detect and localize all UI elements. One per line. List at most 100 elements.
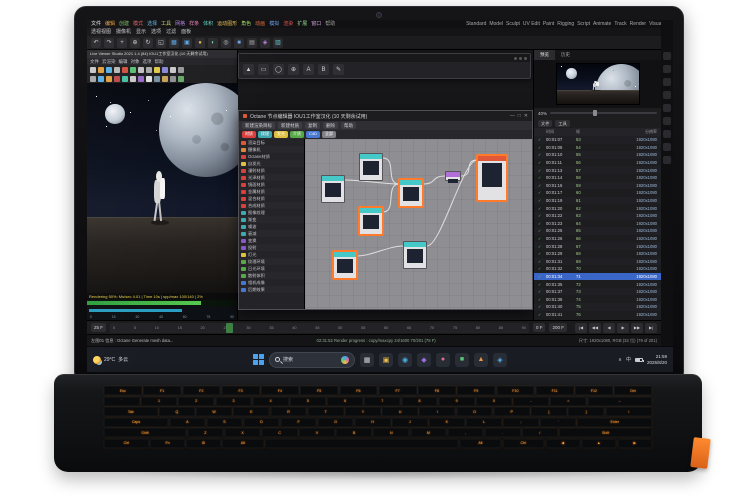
render-list-row[interactable]: ✓ 00:01:38 74 1920x1080 [534,295,661,303]
right-tab-0[interactable]: 预览 [534,50,555,60]
keyboard-key[interactable]: V [299,428,335,438]
keyboard-key[interactable]: 2 [178,396,215,406]
node-editor-button[interactable]: 新建材质 [278,122,302,129]
side-panel-icon[interactable] [663,117,671,125]
node-category-item[interactable]: 自发光 [239,160,304,167]
viewer-tool-icon[interactable] [170,66,176,73]
keyboard-key[interactable]: ' [540,417,576,427]
viewport-menu-item[interactable]: 显示 [136,28,146,36]
keyboard-key[interactable]: B [336,428,372,438]
keyboard-key[interactable]: Caps [104,417,169,427]
graph-node[interactable] [403,241,427,269]
keyboard-key[interactable]: ▶ [617,438,652,448]
node-filter-chip[interactable]: 介质 [290,131,304,138]
viewer-tool-icon[interactable] [146,66,152,73]
material-icon[interactable]: ● [195,37,205,48]
viewer-tool-icon[interactable] [178,75,184,82]
node-category-item[interactable]: Octane材质 [239,153,304,160]
move-icon[interactable]: + [117,37,127,48]
layout-tab[interactable]: UV Edit [523,20,540,28]
keyboard-key[interactable]: T [307,407,344,417]
prev-frame-button[interactable]: ◀ [603,322,615,333]
keyboard-key[interactable]: \ [605,407,652,417]
render-list-row[interactable]: ✓ 00:01:35 72 1920x1080 [534,280,661,288]
viewer-tool-icon[interactable] [114,66,120,73]
node-filter-chip[interactable]: 全部 [322,131,337,138]
minimize-icon[interactable]: — [510,113,515,119]
render-list-row[interactable]: ✓ 00:01:19 61 1920x1080 [534,196,661,205]
keyboard-key[interactable]: O [456,407,493,417]
render-list-row[interactable]: ✓ 00:01:26 66 1920x1080 [534,235,661,243]
layout-tab[interactable]: Rigging [557,20,574,28]
cube-icon[interactable]: ■ [234,37,244,48]
render-list-row[interactable]: ✓ 00:01:29 68 1920x1080 [534,250,661,258]
node-category-item[interactable]: 灯光 [239,251,304,258]
keyboard-key[interactable]: F1 [143,386,181,396]
viewer-tool-icon[interactable] [130,75,136,82]
keyboard-key[interactable]: ] [568,407,604,417]
viewer-tool-icon[interactable] [138,75,144,82]
keyboard-key[interactable]: 5 [290,396,326,406]
keyboard-key[interactable]: R [270,407,307,417]
node-category-item[interactable]: 光泽材质 [239,174,304,181]
zoom-slider-thumb[interactable] [592,110,597,116]
node-filter-chip[interactable]: C4D [306,131,321,138]
volume-icon[interactable]: ▧ [273,37,283,48]
layout-tab[interactable]: Paint [543,20,554,28]
render-list-row[interactable]: ✓ 00:01:37 73 1920x1080 [534,287,661,296]
keyboard-key[interactable]: Z [187,428,224,438]
keyboard-key[interactable]: K [429,417,465,427]
keyboard-key[interactable]: J [392,417,428,427]
node-category-item[interactable]: 图像纹理 [239,209,304,216]
timeline-ruler[interactable]: 051015202530354045505560657075808590 [110,322,529,333]
keyboard-key[interactable]: ; [503,417,539,427]
keyboard-key[interactable]: Fn [150,438,185,448]
menu-item[interactable]: 编辑 [105,20,115,28]
last-frame-button[interactable]: ▶| [645,322,657,333]
keyboard-key[interactable]: U [382,407,418,417]
keyboard-key[interactable]: 3 [215,396,252,406]
viewer-tool-icon[interactable] [122,75,128,82]
graph-node[interactable] [333,251,357,279]
region-icon[interactable]: ▭ [258,64,269,75]
side-panel-icon[interactable] [663,78,671,86]
side-panel-icon[interactable] [663,52,671,60]
viewer-menu-item[interactable]: 云渲染 [102,59,116,65]
keyboard-key[interactable]: ⊞ [186,438,221,448]
menu-item[interactable]: 运动图形 [217,20,237,28]
keyboard-key[interactable]: 8 [401,396,438,406]
keyboard-key[interactable]: F3 [221,386,260,396]
render-list-row[interactable]: ✓ 00:01:14 58 1920x1080 [534,174,661,182]
close-icon[interactable]: ✕ [524,113,528,119]
node-category-item[interactable]: 合成材质 [239,202,304,209]
render-list-row[interactable]: ✓ 00:01:32 70 1920x1080 [534,265,661,273]
app-icon-purple[interactable]: ◆ [417,352,431,367]
keyboard-key[interactable]: P [493,407,530,417]
first-frame-button[interactable]: |◀ [575,322,587,333]
layout-tab[interactable]: Animate [593,20,611,28]
keyboard-key[interactable]: . [484,428,521,438]
keyboard-key[interactable]: [ [531,407,567,417]
render-list-row[interactable]: ✓ 00:01:28 67 1920x1080 [534,242,661,250]
keyboard-key[interactable]: F6 [339,386,378,396]
viewer-menu-item[interactable]: 选项 [143,59,152,65]
node-editor-button[interactable]: 删除 [323,122,338,129]
keyboard-key[interactable]: N [373,428,410,438]
viewer-tool-icon[interactable] [122,66,128,73]
render-list-row[interactable]: ✓ 00:01:31 69 1920x1080 [534,257,661,266]
zoom-slider[interactable] [550,110,657,116]
keyboard-key[interactable]: ` [104,396,140,406]
node-editor-button[interactable]: 新建渲染目标 [242,122,275,129]
current-frame-field[interactable]: 25 F [91,323,107,332]
keyboard-key[interactable]: F11 [535,386,574,396]
viewer-tool-icon[interactable] [98,66,104,73]
keyboard-key[interactable]: F2 [182,386,221,396]
select-icon[interactable]: ▲ [243,64,254,75]
layout-tab[interactable]: Sculpt [506,20,520,28]
tray-expand-icon[interactable]: ∧ [618,357,622,363]
keyboard-key[interactable]: Shift [559,428,653,438]
layout-tab[interactable]: Render [630,20,646,28]
circle-icon[interactable]: ◯ [273,64,284,75]
viewer-tool-icon[interactable] [90,66,96,73]
graph-node[interactable] [359,207,383,235]
